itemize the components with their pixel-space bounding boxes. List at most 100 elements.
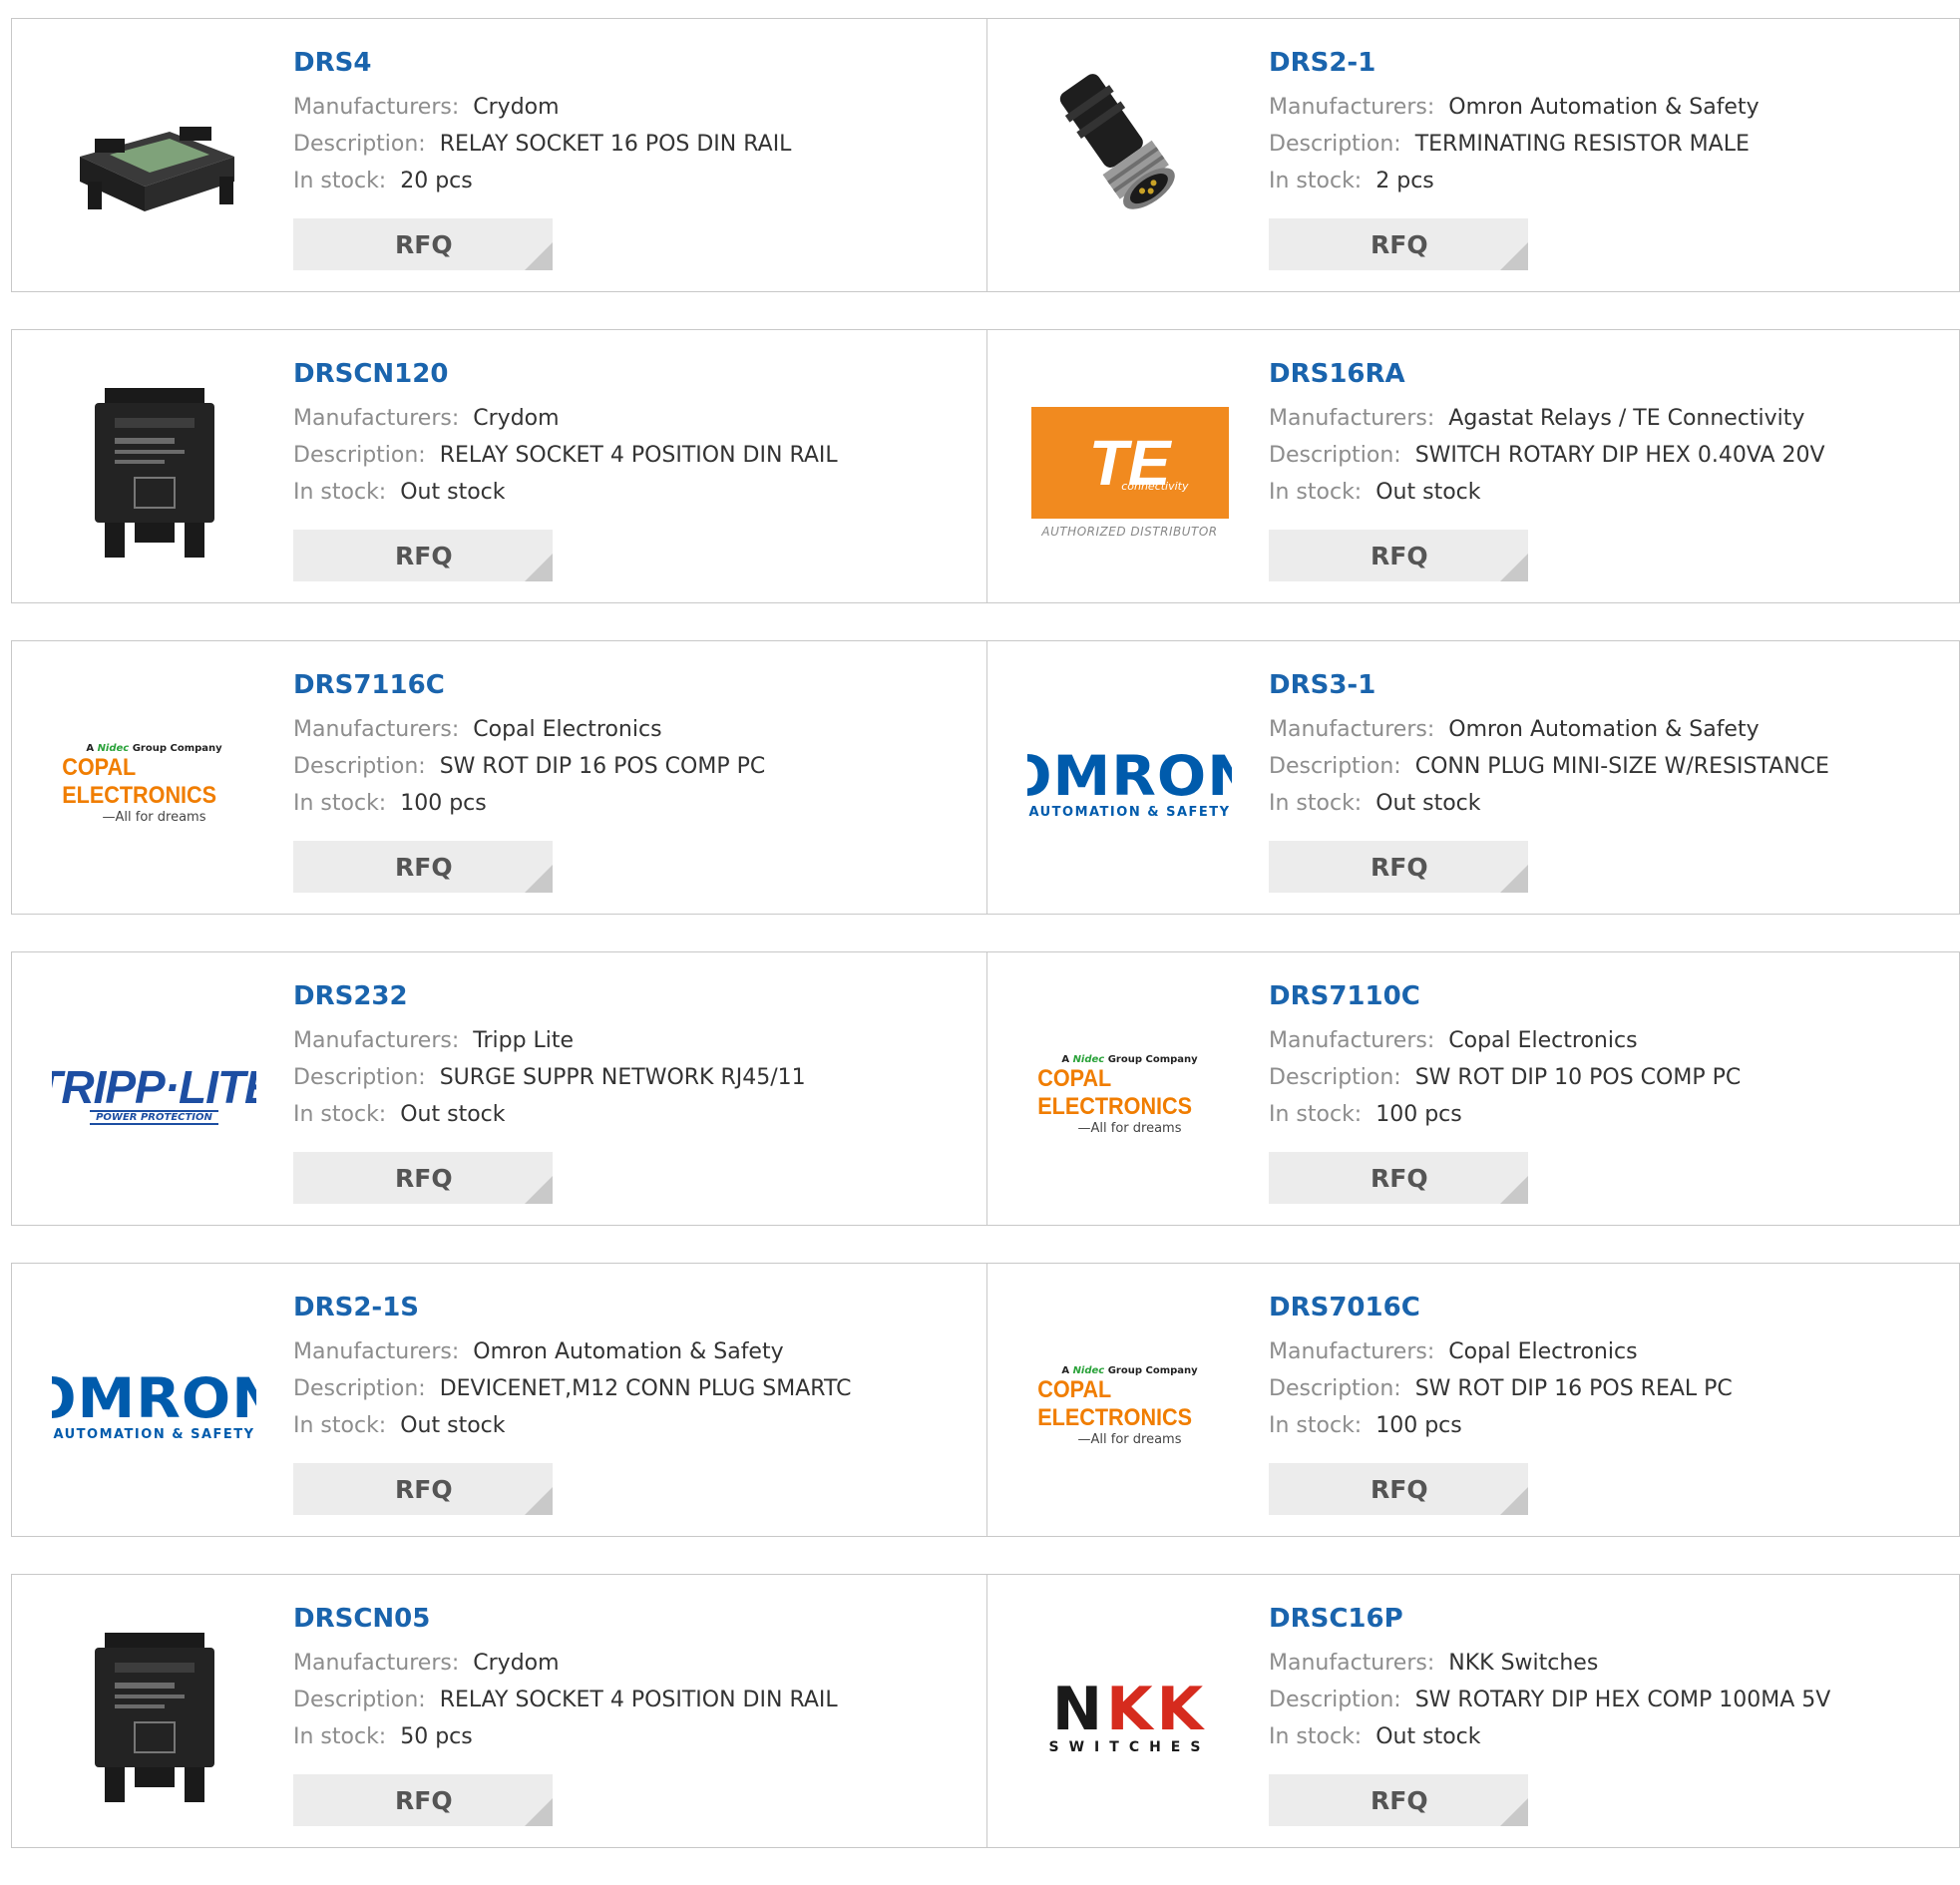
tripp-lite-word: TRIPP·LITE	[52, 1061, 256, 1113]
description-label: Description:	[1269, 132, 1401, 157]
copal-nidec: Nidec	[1072, 1053, 1105, 1065]
manufacturers-label: Manufacturers:	[1269, 95, 1435, 120]
product-info: DRS4 Manufacturers: Crydom Description: RE…	[293, 47, 977, 199]
part-number-link[interactable]: DRS7116C	[293, 669, 977, 701]
rfq-button[interactable]: RFQ	[1269, 218, 1528, 270]
copal-nidec: Nidec	[1072, 1364, 1105, 1376]
stock-value: 50 pcs	[400, 1724, 473, 1749]
nkk-logo-word: NKK	[1052, 1680, 1207, 1739]
part-number-link[interactable]: DRS232	[293, 980, 977, 1012]
part-number-link[interactable]: DRS16RA	[1269, 358, 1949, 390]
product-card: OMRON AUTOMATION & SAFETY DRS2-1S Manufa…	[11, 1263, 987, 1537]
stock-value: 2 pcs	[1375, 169, 1434, 193]
rfq-label: RFQ	[395, 852, 453, 882]
manufacturer-line: Manufacturers: Omron Automation & Safety	[293, 1333, 977, 1370]
rfq-button[interactable]: RFQ	[1269, 1152, 1528, 1204]
manufacturers-label: Manufacturers:	[1269, 717, 1435, 742]
rfq-label: RFQ	[1371, 852, 1428, 882]
part-number-link[interactable]: DRS7016C	[1269, 1292, 1949, 1323]
omron-logo: OMRON AUTOMATION & SAFETY	[52, 1369, 256, 1442]
stock-value: Out stock	[1375, 1724, 1481, 1749]
manufacturer-value: NKK Switches	[1448, 1651, 1599, 1676]
manufacturer-value: Omron Automation & Safety	[1448, 95, 1760, 120]
part-number-link[interactable]: DRS7110C	[1269, 980, 1949, 1012]
product-row: DRSCN120 Manufacturers: Crydom Descriptio…	[11, 329, 1960, 603]
product-row: DRSCN05 Manufacturers: Crydom Description…	[11, 1574, 1960, 1848]
product-card: DRS4 Manufacturers: Crydom Description: RE…	[11, 18, 987, 292]
description-value: TERMINATING RESISTOR MALE	[1414, 132, 1750, 157]
copal-nidec: Nidec	[97, 742, 130, 754]
stock-value: 20 pcs	[400, 169, 473, 193]
product-image-crydom-relay-socket[interactable]	[52, 1615, 256, 1819]
product-image-te-connectivity-logo[interactable]: TE connectivity AUTHORIZED DISTRIBUTOR	[1027, 370, 1232, 574]
in-stock-label: In stock:	[293, 1102, 387, 1127]
rfq-button[interactable]: RFQ	[293, 1463, 553, 1515]
description-value: SWITCH ROTARY DIP HEX 0.40VA 20V	[1414, 443, 1825, 468]
product-info: DRSCN05 Manufacturers: Crydom Description…	[293, 1603, 977, 1755]
description-line: Description: SW ROT DIP 16 POS REAL PC	[1269, 1370, 1949, 1407]
part-number-link[interactable]: DRS3-1	[1269, 669, 1949, 701]
description-label: Description:	[1269, 754, 1401, 779]
description-value: CONN PLUG MINI-SIZE W/RESISTANCE	[1414, 754, 1829, 779]
product-card: DRS2-1 Manufacturers: Omron Automation & …	[987, 18, 1960, 292]
stock-line: In stock: Out stock	[293, 474, 977, 511]
description-label: Description:	[293, 132, 426, 157]
product-info: DRS16RA Manufacturers: Agastat Relays / T…	[1269, 358, 1949, 511]
product-image-omron-logo[interactable]: OMRON AUTOMATION & SAFETY	[1027, 681, 1232, 886]
corner-triangle-icon	[1500, 865, 1528, 893]
part-number-link[interactable]: DRSCN05	[293, 1603, 977, 1635]
product-image-m12-connector[interactable]	[1027, 59, 1232, 263]
rfq-button[interactable]: RFQ	[293, 1774, 553, 1826]
product-card: A Nidec Group Company COPAL ELECTRONICS …	[11, 640, 987, 915]
product-image-copal-logo[interactable]: A Nidec Group Company COPAL ELECTRONICS …	[1027, 1304, 1232, 1508]
copal-a: A	[1061, 1053, 1070, 1065]
rfq-button[interactable]: RFQ	[1269, 841, 1528, 893]
product-card: DRSCN120 Manufacturers: Crydom Descriptio…	[11, 329, 987, 603]
rfq-button[interactable]: RFQ	[293, 1152, 553, 1204]
description-line: Description: SW ROTARY DIP HEX COMP 100MA…	[1269, 1682, 1949, 1718]
product-image-nkk-logo[interactable]: NKK SWITCHES	[1027, 1615, 1232, 1819]
part-number-link[interactable]: DRS2-1	[1269, 47, 1949, 79]
manufacturer-value: Copal Electronics	[473, 717, 662, 742]
manufacturer-line: Manufacturers: Omron Automation & Safety	[1269, 89, 1949, 126]
stock-line: In stock: 50 pcs	[293, 1718, 977, 1755]
in-stock-label: In stock:	[1269, 1413, 1363, 1438]
product-info: DRSC16P Manufacturers: NKK Switches Descr…	[1269, 1603, 1949, 1755]
product-info: DRS7116C Manufacturers: Copal Electronics…	[293, 669, 977, 822]
manufacturer-line: Manufacturers: Crydom	[293, 400, 977, 437]
manufacturer-value: Copal Electronics	[1448, 1339, 1638, 1364]
product-card: A Nidec Group Company COPAL ELECTRONICS …	[987, 951, 1960, 1226]
product-card: TE connectivity AUTHORIZED DISTRIBUTOR D…	[987, 329, 1960, 603]
product-image-copal-logo[interactable]: A Nidec Group Company COPAL ELECTRONICS …	[1027, 992, 1232, 1197]
description-value: SW ROT DIP 16 POS REAL PC	[1414, 1376, 1733, 1401]
rfq-button[interactable]: RFQ	[1269, 1774, 1528, 1826]
corner-triangle-icon	[525, 242, 553, 270]
part-number-link[interactable]: DRS2-1S	[293, 1292, 977, 1323]
rfq-label: RFQ	[1371, 1474, 1428, 1504]
manufacturer-line: Manufacturers: Copal Electronics	[1269, 1333, 1949, 1370]
part-number-link[interactable]: DRSC16P	[1269, 1603, 1949, 1635]
product-image-omron-logo[interactable]: OMRON AUTOMATION & SAFETY	[52, 1304, 256, 1508]
description-value: SW ROT DIP 16 POS COMP PC	[439, 754, 766, 779]
copal-main-text: COPAL ELECTRONICS	[62, 753, 217, 809]
part-number-link[interactable]: DRS4	[293, 47, 977, 79]
rfq-button[interactable]: RFQ	[293, 841, 553, 893]
rfq-button[interactable]: RFQ	[1269, 1463, 1528, 1515]
copal-group-company: Group Company	[1107, 1364, 1198, 1376]
product-image-crydom-relay-socket[interactable]	[52, 370, 256, 574]
rfq-button[interactable]: RFQ	[293, 530, 553, 581]
product-image-copal-logo[interactable]: A Nidec Group Company COPAL ELECTRONICS …	[52, 681, 256, 886]
manufacturer-line: Manufacturers: Crydom	[293, 1645, 977, 1682]
description-line: Description: SW ROT DIP 16 POS COMP PC	[293, 748, 977, 785]
stock-value: Out stock	[400, 480, 506, 505]
product-image-din-rail-socket[interactable]	[52, 59, 256, 263]
corner-triangle-icon	[1500, 1487, 1528, 1515]
product-image-tripp-lite-logo[interactable]: TRIPP·LITE POWER PROTECTION	[52, 992, 256, 1197]
part-number-link[interactable]: DRSCN120	[293, 358, 977, 390]
rfq-button[interactable]: RFQ	[1269, 530, 1528, 581]
description-label: Description:	[293, 1065, 426, 1090]
manufacturer-line: Manufacturers: Tripp Lite	[293, 1022, 977, 1059]
product-info: DRSCN120 Manufacturers: Crydom Descriptio…	[293, 358, 977, 511]
stock-line: In stock: Out stock	[1269, 1718, 1949, 1755]
rfq-button[interactable]: RFQ	[293, 218, 553, 270]
